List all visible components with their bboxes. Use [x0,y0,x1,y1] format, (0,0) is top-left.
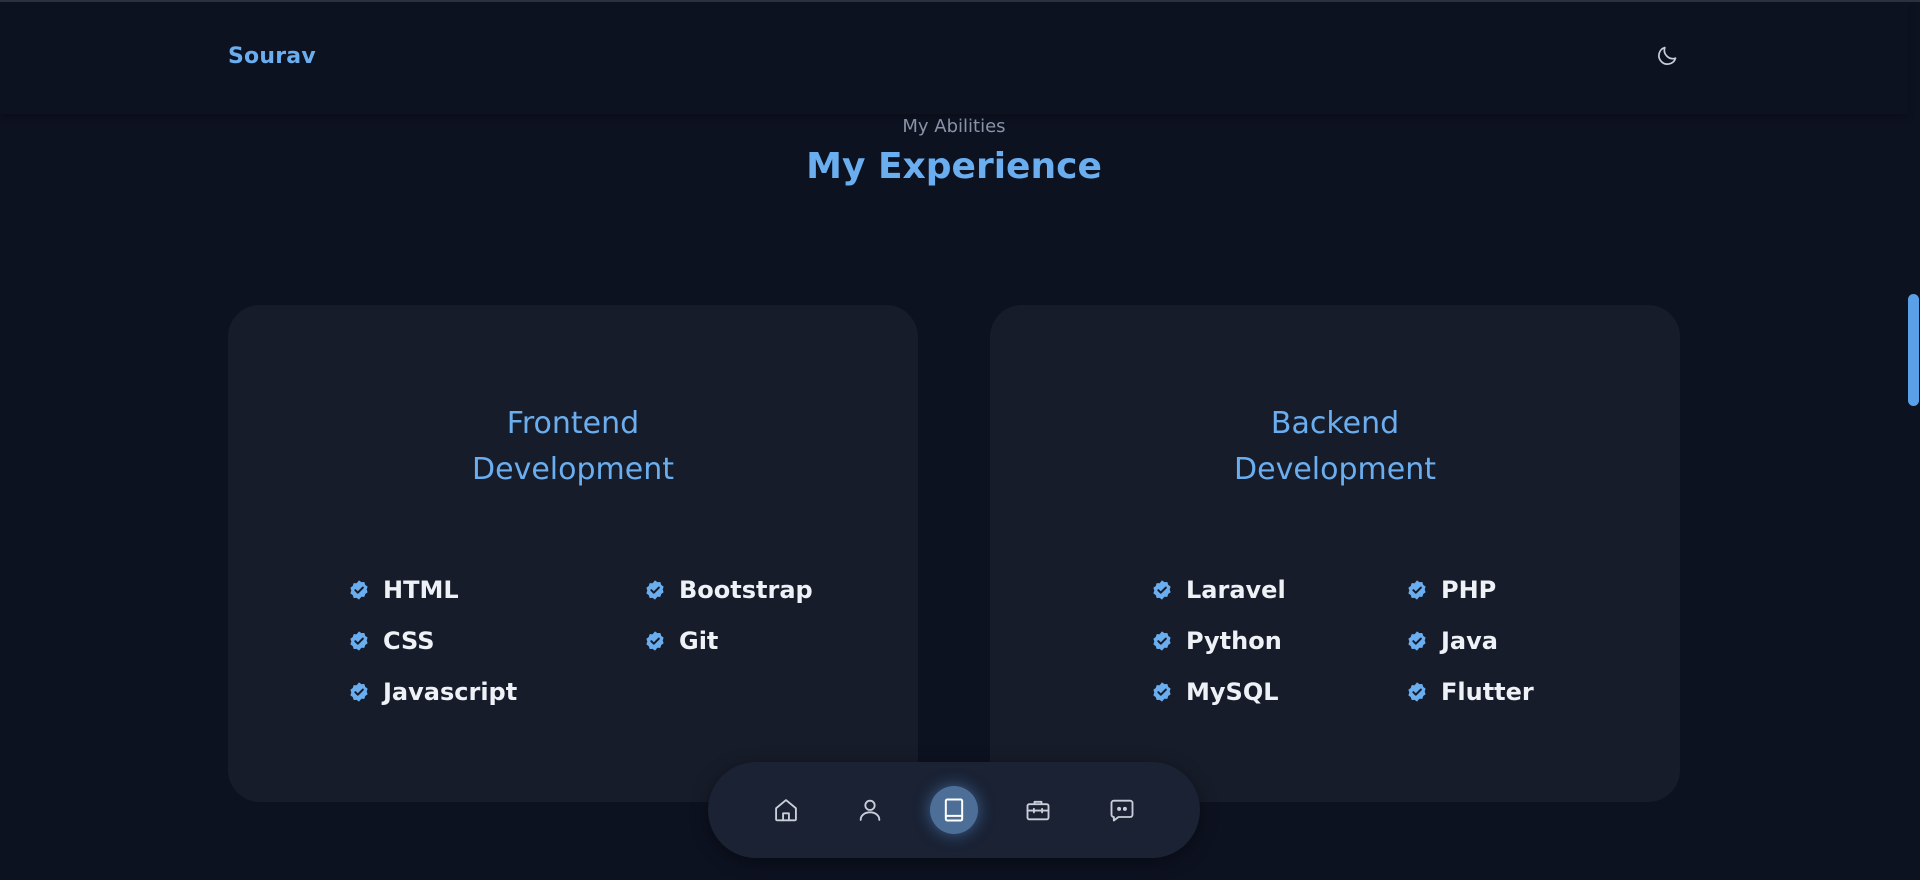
skill-item: Python [1151,625,1282,657]
skill-name: Java [1441,627,1498,655]
verified-check-icon [646,631,664,651]
briefcase-icon [1026,800,1050,821]
nav-portfolio-button[interactable] [1014,786,1062,834]
card-title-line2: Development [472,452,674,487]
verified-check-icon [350,580,368,600]
book-icon [944,798,964,822]
header: Sourav [0,2,1908,114]
skill-item: HTML [348,574,459,606]
nav-home-button[interactable] [762,786,810,834]
home-icon [775,799,797,822]
verified-check-icon [1408,682,1426,702]
skill-item: Git [644,625,718,657]
user-icon [859,799,881,821]
skill-item: CSS [348,625,435,657]
skill-item: Javascript [348,676,517,708]
card-title-line2: Development [1234,452,1436,487]
skill-name: Flutter [1441,678,1534,706]
skill-item: Java [1406,625,1498,657]
verified-check-icon [1153,631,1171,651]
moon-icon [1658,46,1677,65]
logo[interactable]: Sourav [228,44,316,69]
section-subtitle: My Abilities [902,116,1006,137]
skill-name: CSS [383,627,435,655]
verified-check-icon [646,580,664,600]
skill-item: Flutter [1406,676,1534,708]
nav-about-button[interactable] [846,786,894,834]
verified-check-icon [350,631,368,651]
scrollbar-thumb[interactable] [1908,294,1919,406]
verified-check-icon [1408,580,1426,600]
skill-item: Laravel [1151,574,1286,606]
theme-toggle-button[interactable] [1655,44,1679,68]
card-title-line1: Backend [1270,406,1400,441]
skill-name: Laravel [1186,576,1286,604]
skill-item: MySQL [1151,676,1279,708]
card-title: Backend Development [990,401,1680,493]
message-icon [1110,799,1134,822]
verified-check-icon [1153,580,1171,600]
skill-item: Bootstrap [644,574,813,606]
bottom-nav [708,762,1200,858]
verified-check-icon [1408,631,1426,651]
skill-name: HTML [383,576,459,604]
card-title: Frontend Development [228,401,918,493]
page: Sourav My Abilities My Experience Fronte… [0,0,1920,880]
skill-name: Python [1186,627,1282,655]
verified-check-icon [350,682,368,702]
section-title: My Experience [806,146,1102,187]
nav-contact-button[interactable] [1098,786,1146,834]
nav-experience-button[interactable] [930,786,978,834]
skill-name: MySQL [1186,678,1279,706]
skill-name: Bootstrap [679,576,813,604]
verified-check-icon [1153,682,1171,702]
backend-card: Backend Development Laravel PHP Python J… [990,305,1680,802]
card-title-line1: Frontend [506,406,640,441]
skill-item: PHP [1406,574,1496,606]
frontend-card: Frontend Development HTML Bootstrap CSS … [228,305,918,802]
skill-name: Git [679,627,719,655]
skill-name: PHP [1441,576,1497,604]
scrollbar-track[interactable] [1908,2,1920,880]
skill-name: Javascript [383,678,518,706]
